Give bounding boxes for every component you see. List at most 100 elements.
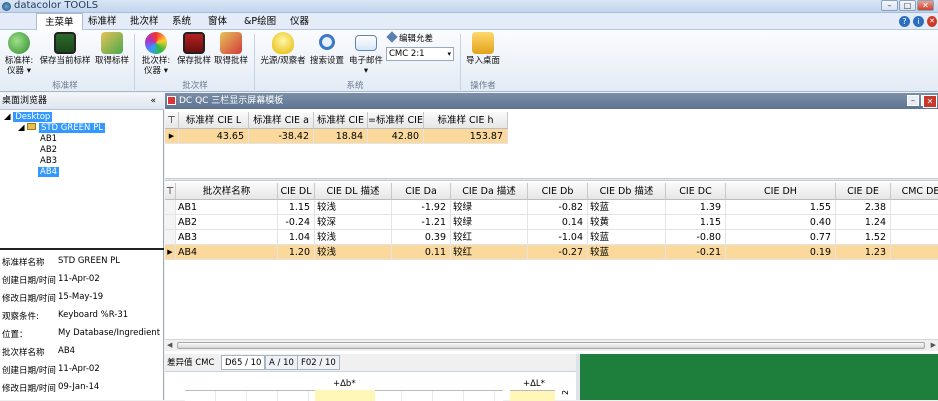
table-cell[interactable]: -1.21	[392, 215, 451, 230]
expand-icon[interactable]: ◢	[4, 112, 11, 122]
table-cell[interactable]: -1.04	[528, 230, 588, 245]
table-cell[interactable]: 较红	[451, 245, 528, 260]
table-cell[interactable]	[891, 230, 938, 245]
help-icon[interactable]: ?	[899, 16, 910, 27]
table-cell[interactable]: 1.15	[278, 200, 315, 215]
batch-header[interactable]: CIE Da 描述	[451, 183, 528, 200]
table-cell[interactable]: AB2	[176, 215, 278, 230]
std-header[interactable]: =标准样 CIE	[368, 112, 424, 129]
std-cell[interactable]: 42.80	[368, 129, 424, 144]
table-cell[interactable]: 1.20	[278, 245, 315, 260]
row-indicator[interactable]	[165, 230, 176, 245]
table-cell[interactable]: -0.82	[528, 200, 588, 215]
table-cell[interactable]: 较深	[315, 215, 392, 230]
expand-icon[interactable]: ◢	[18, 123, 25, 133]
menu-system[interactable]: 系统	[164, 13, 199, 30]
table-cell[interactable]: 较蓝	[588, 200, 666, 215]
table-cell[interactable]: 较蓝	[588, 230, 666, 245]
table-cell[interactable]: 较浅	[315, 200, 392, 215]
table-cell[interactable]: 较浅	[315, 245, 392, 260]
menu-batch[interactable]: 批次样	[122, 13, 167, 30]
minimize-button[interactable]: –	[881, 0, 898, 11]
batch-header[interactable]: CMC DE	[891, 183, 938, 200]
save-batch-button[interactable]: 保存批样	[176, 32, 212, 66]
table-cell[interactable]: 1.55	[726, 200, 836, 215]
row-indicator[interactable]	[165, 200, 176, 215]
row-indicator[interactable]	[165, 215, 176, 230]
standard-instrument-button[interactable]: 标准样: 仪器 ▾	[2, 32, 36, 76]
scroll-right-icon[interactable]: ▶	[931, 340, 936, 351]
table-cell[interactable]: -0.21	[666, 245, 726, 260]
table-cell[interactable]: 较红	[451, 230, 528, 245]
batch-header[interactable]: CIE DH	[726, 183, 836, 200]
table-cell[interactable]: 0.14	[528, 215, 588, 230]
batch-header[interactable]: CIE DL 描述	[315, 183, 392, 200]
table-cell[interactable]: 较蓝	[588, 245, 666, 260]
pane-divider[interactable]	[0, 248, 164, 250]
qc-close-button[interactable]: ✕	[923, 95, 937, 108]
illuminant-observer-button[interactable]: 光源/观察者	[258, 32, 308, 66]
batch-header[interactable]: CIE Db 描述	[588, 183, 666, 200]
tolerance-select[interactable]: CMC 2:1 ▾	[386, 47, 454, 61]
table-cell[interactable]	[891, 245, 938, 260]
table-cell[interactable]: AB1	[176, 200, 278, 215]
table-cell[interactable]: 2.38	[836, 200, 891, 215]
tree-item-ab1[interactable]: AB1	[4, 134, 105, 145]
edit-tolerance-button[interactable]: 编辑允差	[386, 31, 433, 45]
table-cell[interactable]: -1.92	[392, 200, 451, 215]
std-cell[interactable]: 43.65	[179, 129, 249, 144]
table-cell[interactable]: 较绿	[451, 200, 528, 215]
std-header[interactable]: 标准样 CIE L	[179, 112, 249, 129]
email-button[interactable]: 电子邮件 ▾	[348, 32, 384, 76]
tab-a[interactable]: A / 10	[265, 355, 298, 370]
menu-standard[interactable]: 标准样	[80, 13, 125, 30]
table-cell[interactable]: 1.52	[836, 230, 891, 245]
std-header[interactable]: 标准样 CIE a	[249, 112, 314, 129]
retrieve-standard-button[interactable]: 取得标样	[94, 32, 130, 66]
collapse-icon[interactable]: «	[150, 93, 156, 110]
std-cell[interactable]: 153.87	[424, 129, 508, 144]
search-settings-button[interactable]: 搜索设置	[308, 32, 346, 66]
table-cell[interactable]: 0.40	[726, 215, 836, 230]
table-cell[interactable]: -0.27	[528, 245, 588, 260]
table-cell[interactable]: 较绿	[451, 215, 528, 230]
std-cell[interactable]: 18.84	[314, 129, 368, 144]
scroll-thumb[interactable]	[177, 342, 925, 349]
info-icon[interactable]: i	[913, 16, 924, 27]
pane-splitter[interactable]	[165, 178, 938, 181]
table-cell[interactable]: 1.39	[666, 200, 726, 215]
table-cell[interactable]	[891, 215, 938, 230]
table-cell[interactable]: 0.11	[392, 245, 451, 260]
vertical-splitter[interactable]	[576, 354, 580, 400]
table-cell[interactable]: 较浅	[315, 230, 392, 245]
table-cell[interactable]: AB3	[176, 230, 278, 245]
batch-header[interactable]: 批次样名称	[176, 183, 278, 200]
menu-window[interactable]: 窗体	[200, 13, 235, 30]
maximize-button[interactable]: □	[899, 0, 916, 11]
batch-instrument-button[interactable]: 批次样: 仪器 ▾	[138, 32, 174, 76]
tree-item-standard[interactable]: ◢ STD GREEN PL	[4, 123, 105, 134]
table-cell[interactable]: -0.24	[278, 215, 315, 230]
tree-item-ab4[interactable]: AB4	[4, 167, 105, 178]
tab-f02[interactable]: F02 / 10	[297, 355, 340, 370]
table-cell[interactable]: 0.19	[726, 245, 836, 260]
scroll-left-icon[interactable]: ◀	[167, 340, 172, 351]
std-header[interactable]: 标准样 CIE b	[314, 112, 368, 143]
batch-header[interactable]: CIE DL	[278, 183, 315, 200]
close-button[interactable]: ✕	[917, 0, 934, 11]
std-header[interactable]: 标准样 CIE h	[424, 112, 508, 129]
save-standard-button[interactable]: 保存当前标样	[38, 32, 92, 66]
table-cell[interactable]: 较黄	[588, 215, 666, 230]
import-desktop-button[interactable]: 导入桌面	[464, 32, 502, 66]
row-indicator[interactable]: ▶	[165, 129, 179, 144]
table-cell[interactable]: 1.24	[836, 215, 891, 230]
tree-item-desktop[interactable]: ◢ Desktop	[4, 112, 105, 123]
tree-item-ab2[interactable]: AB2	[4, 145, 105, 156]
batch-header[interactable]: CIE DC	[666, 183, 726, 200]
tab-d65[interactable]: D65 / 10	[221, 355, 266, 370]
menu-instrument[interactable]: 仪器	[282, 13, 317, 30]
row-indicator[interactable]: ▶	[165, 245, 176, 260]
table-cell[interactable]	[891, 200, 938, 215]
std-cell[interactable]: -38.42	[249, 129, 314, 144]
close-app-icon[interactable]: ✕	[927, 16, 937, 27]
